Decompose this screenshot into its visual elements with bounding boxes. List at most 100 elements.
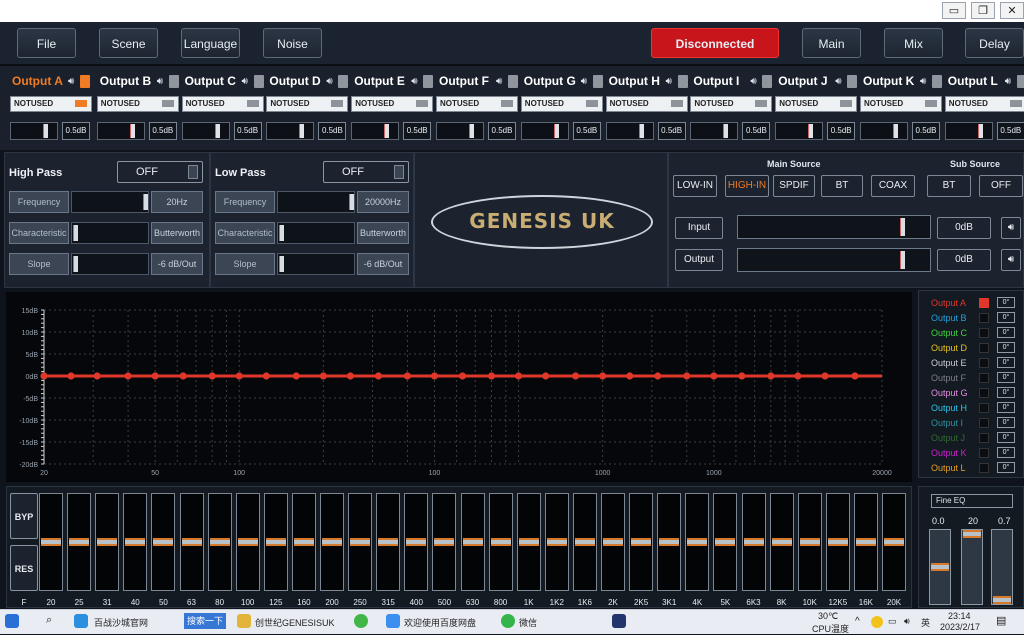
legend-phase-value[interactable]: 0° — [997, 462, 1015, 473]
eq-fader-thumb[interactable] — [771, 538, 792, 546]
eq-fader-thumb[interactable] — [406, 538, 427, 546]
output-gain-slider[interactable] — [436, 122, 484, 140]
fine-eq-fader-thumb[interactable] — [993, 596, 1011, 604]
low-pass-slope-slider[interactable] — [277, 253, 355, 275]
legend-phase-value[interactable]: 0° — [997, 447, 1015, 458]
delay-button[interactable]: Delay — [965, 28, 1024, 58]
clock-date[interactable]: 2023/2/17 — [940, 622, 980, 632]
output-gain-thumb[interactable] — [977, 124, 983, 138]
legend-row[interactable]: Output K 0° — [919, 446, 1024, 461]
eq-band-fader[interactable] — [376, 493, 401, 591]
eq-fader-thumb[interactable] — [574, 538, 595, 546]
output-name-label[interactable]: Output H — [609, 74, 660, 88]
eq-band-fader[interactable] — [488, 493, 513, 591]
reset-button[interactable]: RES — [10, 545, 38, 591]
output-route-select[interactable]: NOTUSED — [860, 96, 942, 112]
legend-phase-value[interactable]: 0° — [997, 357, 1015, 368]
speaker-icon[interactable]: 🔊︎ — [326, 76, 332, 87]
output-gain-thumb[interactable] — [553, 124, 559, 138]
eq-band-fader[interactable] — [685, 493, 710, 591]
legend-visibility-toggle[interactable] — [979, 343, 989, 353]
output-name-label[interactable]: Output I — [693, 74, 739, 88]
eq-fader-thumb[interactable] — [631, 538, 652, 546]
legend-visibility-toggle[interactable] — [979, 448, 989, 458]
output-name-label[interactable]: Output B — [100, 74, 151, 88]
eq-band-fader[interactable] — [516, 493, 541, 591]
eq-fader-thumb[interactable] — [743, 538, 764, 546]
legend-phase-value[interactable]: 0° — [997, 432, 1015, 443]
legend-phase-value[interactable]: 0° — [997, 342, 1015, 353]
fine-eq-fader-thumb[interactable] — [931, 563, 949, 571]
input-slider-thumb[interactable] — [900, 218, 905, 236]
eq-band-fader[interactable] — [882, 493, 906, 591]
eq-fader-thumb[interactable] — [293, 538, 314, 546]
eq-band-fader[interactable] — [207, 493, 232, 591]
input-language[interactable]: 英 — [921, 616, 930, 629]
output-gain-slider[interactable] — [944, 122, 993, 140]
start-icon[interactable] — [5, 614, 19, 628]
eq-fader-thumb[interactable] — [827, 538, 848, 546]
eq-fader-thumb[interactable] — [799, 538, 820, 546]
eq-fader-thumb[interactable] — [181, 538, 202, 546]
speaker-icon[interactable]: 🔊︎ — [496, 76, 502, 87]
eq-fader-thumb[interactable] — [322, 538, 342, 546]
legend-row[interactable]: Output D 0° — [919, 341, 1024, 356]
low-pass-frequency-slider[interactable] — [277, 191, 355, 213]
eq-fader-thumb[interactable] — [518, 538, 539, 546]
legend-phase-value[interactable]: 0° — [997, 312, 1015, 323]
output-name-label[interactable]: Output D — [269, 74, 320, 88]
speaker-icon[interactable]: 🔊︎ — [157, 76, 163, 87]
close-button[interactable]: ✕ — [1000, 2, 1024, 19]
eq-fader-thumb[interactable] — [434, 538, 455, 546]
eq-fader-thumb[interactable] — [209, 538, 230, 546]
legend-phase-value[interactable]: 0° — [997, 402, 1015, 413]
output-gain-slider[interactable] — [181, 122, 230, 140]
eq-band-fader[interactable] — [263, 493, 288, 591]
fine-eq-fader[interactable] — [991, 529, 1013, 605]
output-gain-slider[interactable] — [690, 122, 739, 140]
legend-visibility-toggle[interactable] — [979, 373, 989, 383]
low-pass-toggle[interactable]: OFF — [323, 161, 409, 183]
taskbar-search-text[interactable]: 百战沙城官网 — [94, 616, 148, 629]
eq-response-chart[interactable]: 15dB 10dB 5dB 0dB -5dB -10dB -15dB -20dB 20 50 100… — [6, 292, 912, 482]
output-name-label[interactable]: Output F — [439, 74, 489, 88]
eq-band-fader[interactable] — [601, 493, 625, 591]
eq-band-fader[interactable] — [713, 493, 738, 591]
sub-source-bt-button[interactable]: BT — [927, 175, 971, 197]
mix-button[interactable]: Mix — [884, 28, 943, 58]
ie-icon[interactable] — [74, 614, 88, 628]
eq-band-fader[interactable] — [741, 493, 766, 591]
speaker-icon[interactable]: 🔊︎ — [581, 76, 587, 87]
noise-gate-button[interactable]: Noise Gate — [263, 28, 322, 81]
language-button[interactable]: Language — [181, 28, 240, 58]
speaker-icon[interactable]: 🔊︎ — [750, 76, 756, 87]
network-icon[interactable]: ▭ — [888, 616, 897, 627]
high-pass-characteristic-thumb[interactable] — [73, 225, 78, 241]
eq-band-fader[interactable] — [179, 493, 204, 591]
eq-band-fader[interactable] — [853, 493, 878, 591]
eq-band-fader[interactable] — [629, 493, 654, 591]
low-pass-characteristic-thumb[interactable] — [279, 225, 284, 241]
output-name-label[interactable]: Output K — [863, 74, 914, 88]
legend-visibility-toggle[interactable] — [979, 433, 989, 443]
output-route-select[interactable]: NOTUSED — [351, 96, 434, 112]
output-name-label[interactable]: Output J — [778, 74, 827, 88]
input-speaker-icon[interactable]: 🔊︎ — [1001, 217, 1021, 239]
output-gain-thumb[interactable] — [469, 124, 474, 138]
eq-band-fader[interactable] — [95, 493, 120, 591]
clock-time[interactable]: 23:14 — [948, 611, 971, 621]
fine-eq-fader[interactable] — [929, 529, 951, 605]
tray-chevron-icon[interactable]: ^ — [855, 616, 860, 627]
high-pass-frequency-thumb[interactable] — [143, 194, 148, 210]
eq-band-fader[interactable] — [657, 493, 682, 591]
eq-band-fader[interactable] — [320, 493, 344, 591]
high-pass-frequency-slider[interactable] — [71, 191, 149, 213]
output-name-label[interactable]: Output G — [524, 74, 576, 88]
output-route-select[interactable]: NOTUSED — [520, 96, 603, 112]
legend-visibility-toggle[interactable] — [979, 328, 989, 338]
main-source-coax-button[interactable]: COAX — [871, 175, 915, 197]
low-pass-slope-thumb[interactable] — [279, 256, 284, 272]
file-button[interactable]: File — [17, 28, 76, 58]
output-route-select[interactable]: NOTUSED — [436, 96, 518, 112]
search-icon[interactable]: ⌕ — [46, 614, 52, 627]
